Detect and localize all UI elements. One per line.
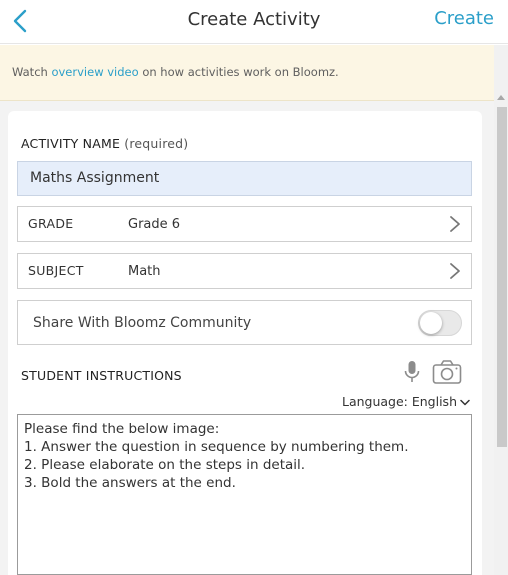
instruction-line: 2. Please elaborate on the steps in deta…	[24, 457, 306, 473]
page-title: Create Activity	[187, 9, 321, 30]
activity-name-input[interactable]: Maths Assignment	[17, 161, 472, 196]
chevron-right-icon	[450, 216, 460, 232]
info-banner: Watch overview video on how activities w…	[0, 45, 494, 101]
microphone-icon[interactable]	[402, 360, 422, 384]
required-hint: (required)	[124, 136, 189, 151]
scroll-up-arrow-icon[interactable]	[497, 95, 505, 100]
instruction-line: Please find the below image:	[24, 421, 220, 437]
grade-selector[interactable]: GRADE Grade 6	[17, 206, 472, 242]
overview-video-link[interactable]: overview video	[51, 65, 138, 79]
language-label: Language: English	[341, 394, 457, 409]
scrollbar[interactable]	[494, 45, 508, 575]
student-instructions-label: STUDENT INSTRUCTIONS	[21, 368, 182, 383]
chevron-down-icon	[460, 399, 470, 405]
instructions-textarea[interactable]: Please find the below image: 1. Answer t…	[17, 414, 472, 575]
create-button[interactable]: Create	[434, 8, 494, 29]
instruction-line: 3. Bold the answers at the end.	[24, 475, 236, 491]
subject-value: Math	[128, 264, 161, 279]
banner-prefix: Watch	[12, 65, 48, 79]
language-selector[interactable]: Language: English	[342, 394, 470, 409]
scrollbar-thumb[interactable]	[497, 107, 507, 447]
instruction-line: 1. Answer the question in sequence by nu…	[24, 439, 409, 455]
share-community-row: Share With Bloomz Community	[17, 300, 472, 345]
activity-name-label: ACTIVITY NAME (required)	[21, 136, 188, 151]
camera-icon[interactable]	[432, 359, 462, 385]
subject-label: SUBJECT	[28, 263, 84, 278]
share-community-label: Share With Bloomz Community	[33, 315, 252, 331]
share-community-toggle[interactable]	[418, 310, 462, 336]
banner-text: Watch overview video on how activities w…	[12, 65, 339, 79]
activity-name-label-text: ACTIVITY NAME	[21, 136, 121, 151]
chevron-right-icon	[450, 263, 460, 279]
grade-value: Grade 6	[128, 217, 181, 232]
app-header: Create Activity Create	[0, 0, 508, 44]
grade-label: GRADE	[28, 216, 74, 231]
toggle-knob	[420, 312, 442, 334]
subject-selector[interactable]: SUBJECT Math	[17, 253, 472, 289]
banner-suffix: on how activities work on Bloomz.	[142, 65, 339, 79]
